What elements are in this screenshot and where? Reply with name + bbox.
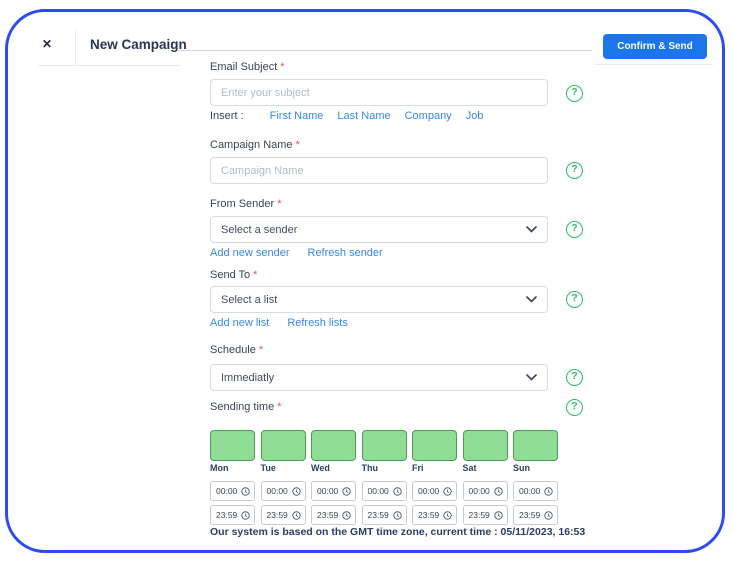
sending-time-label: Sending time * bbox=[210, 401, 282, 413]
required-asterisk: * bbox=[258, 344, 264, 356]
refresh-lists-link[interactable]: Refresh lists bbox=[287, 317, 348, 329]
clock-icon bbox=[392, 486, 402, 496]
add-new-sender-link[interactable]: Add new sender bbox=[210, 247, 290, 259]
chevron-down-icon bbox=[526, 296, 537, 303]
chevron-down-icon bbox=[526, 226, 537, 233]
start-time-sat[interactable]: 00:00 bbox=[462, 481, 508, 501]
start-time-row: 00:00 00:00 00:00 00:00 00:00 00:00 00:0… bbox=[210, 481, 558, 501]
from-sender-label: From Sender * bbox=[210, 198, 282, 210]
insert-last-name-link[interactable]: Last Name bbox=[337, 110, 390, 122]
clock-icon bbox=[241, 486, 250, 496]
clock-icon bbox=[342, 510, 351, 520]
page-title: New Campaign bbox=[90, 37, 187, 52]
required-asterisk: * bbox=[280, 61, 285, 73]
clock-icon bbox=[493, 510, 503, 520]
end-time-wed[interactable]: 23:59 bbox=[311, 505, 356, 525]
end-time-sat[interactable]: 23:59 bbox=[462, 505, 508, 525]
end-time-thu[interactable]: 23:59 bbox=[361, 505, 407, 525]
day-toggle-sun[interactable] bbox=[513, 430, 558, 461]
add-new-list-link[interactable]: Add new list bbox=[210, 317, 269, 329]
end-time-row: 23:59 23:59 23:59 23:59 23:59 23:59 23:5… bbox=[210, 505, 558, 525]
campaign-name-label: Campaign Name * bbox=[210, 139, 300, 151]
clock-icon bbox=[443, 510, 452, 520]
close-icon: ✕ bbox=[41, 37, 53, 51]
email-subject-help-icon[interactable]: ? bbox=[566, 85, 583, 102]
insert-label: Insert : bbox=[210, 110, 244, 122]
sending-time-grid: Mon Tue Wed Thu Fri Sat Sun 00:00 00:00 … bbox=[210, 430, 585, 538]
timezone-note: Our system is based on the GMT time zone… bbox=[210, 526, 586, 538]
start-time-wed[interactable]: 00:00 bbox=[311, 481, 356, 501]
insert-job-link[interactable]: Job bbox=[466, 110, 484, 122]
sending-time-help-icon[interactable]: ? bbox=[566, 399, 583, 416]
from-sender-select[interactable]: Select a sender bbox=[210, 216, 548, 243]
clock-icon bbox=[291, 486, 301, 496]
day-label-sat: Sat bbox=[462, 463, 477, 473]
required-asterisk: * bbox=[295, 139, 300, 151]
required-asterisk: * bbox=[253, 269, 258, 281]
close-button[interactable]: ✕ bbox=[38, 35, 56, 53]
start-time-thu[interactable]: 00:00 bbox=[361, 481, 407, 501]
send-to-select[interactable]: Select a list bbox=[210, 286, 548, 313]
campaign-name-help-icon[interactable]: ? bbox=[566, 162, 583, 179]
clock-icon bbox=[544, 486, 553, 496]
end-time-sun[interactable]: 23:59 bbox=[513, 505, 558, 525]
clock-icon bbox=[392, 510, 402, 520]
day-label-fri: Fri bbox=[412, 463, 424, 473]
email-subject-input[interactable] bbox=[210, 79, 548, 106]
day-toggle-wed[interactable] bbox=[311, 430, 356, 461]
day-toggle-sat[interactable] bbox=[462, 430, 508, 461]
clock-icon bbox=[544, 510, 553, 520]
schedule-label: Schedule * bbox=[210, 344, 264, 356]
title-underline bbox=[177, 50, 592, 51]
from-sender-help-icon[interactable]: ? bbox=[566, 221, 583, 238]
send-to-help-icon[interactable]: ? bbox=[566, 291, 583, 308]
start-time-tue[interactable]: 00:00 bbox=[260, 481, 306, 501]
from-sender-value: Select a sender bbox=[221, 223, 298, 236]
day-label-wed: Wed bbox=[311, 463, 330, 473]
end-time-mon[interactable]: 23:59 bbox=[210, 505, 255, 525]
start-time-mon[interactable]: 00:00 bbox=[210, 481, 255, 501]
insert-company-link[interactable]: Company bbox=[405, 110, 452, 122]
schedule-select[interactable]: Immediatly bbox=[210, 364, 548, 391]
day-label-tue: Tue bbox=[260, 463, 276, 473]
clock-icon bbox=[241, 510, 250, 520]
insert-variables-row: Insert : First Name Last Name Company Jo… bbox=[210, 110, 483, 122]
day-toggle-mon[interactable] bbox=[210, 430, 255, 461]
day-label-mon: Mon bbox=[210, 463, 229, 473]
clock-icon bbox=[342, 486, 351, 496]
sender-links-row: Add new sender Refresh sender bbox=[210, 247, 383, 259]
chevron-down-icon bbox=[526, 374, 537, 381]
header-divider bbox=[75, 30, 76, 66]
schedule-value: Immediatly bbox=[221, 371, 275, 384]
day-toggle-fri[interactable] bbox=[412, 430, 457, 461]
send-to-value: Select a list bbox=[221, 293, 278, 306]
clock-icon bbox=[291, 510, 301, 520]
start-time-fri[interactable]: 00:00 bbox=[412, 481, 457, 501]
required-asterisk: * bbox=[277, 401, 282, 413]
clock-icon bbox=[443, 486, 452, 496]
insert-first-name-link[interactable]: First Name bbox=[270, 110, 324, 122]
required-asterisk: * bbox=[277, 198, 282, 210]
new-campaign-modal: ✕ New Campaign Confirm & Send Email Subj… bbox=[0, 0, 733, 561]
schedule-help-icon[interactable]: ? bbox=[566, 369, 583, 386]
send-to-label: Send To * bbox=[210, 269, 258, 281]
end-time-fri[interactable]: 23:59 bbox=[412, 505, 457, 525]
refresh-sender-link[interactable]: Refresh sender bbox=[308, 247, 383, 259]
header-border-left bbox=[38, 65, 180, 66]
email-subject-label: Email Subject * bbox=[210, 61, 285, 73]
day-label-thu: Thu bbox=[361, 463, 379, 473]
end-time-tue[interactable]: 23:59 bbox=[260, 505, 306, 525]
header-border-right bbox=[595, 64, 713, 65]
day-name-row: Mon Tue Wed Thu Fri Sat Sun bbox=[210, 463, 558, 473]
day-label-sun: Sun bbox=[513, 463, 530, 473]
start-time-sun[interactable]: 00:00 bbox=[513, 481, 558, 501]
list-links-row: Add new list Refresh lists bbox=[210, 317, 348, 329]
day-toggle-tue[interactable] bbox=[260, 430, 306, 461]
day-toggle-thu[interactable] bbox=[361, 430, 407, 461]
campaign-name-input[interactable] bbox=[210, 157, 548, 184]
clock-icon bbox=[493, 486, 503, 496]
day-toggle-row bbox=[210, 430, 558, 461]
confirm-send-button[interactable]: Confirm & Send bbox=[603, 34, 707, 59]
